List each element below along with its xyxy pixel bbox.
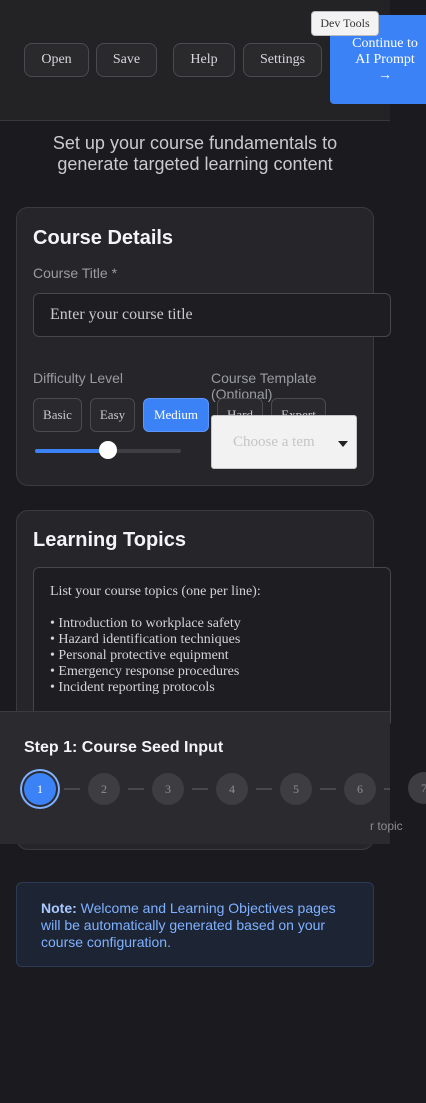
topics-blank-line bbox=[50, 600, 374, 616]
step-connector bbox=[256, 788, 272, 790]
step-connector bbox=[192, 788, 208, 790]
open-button[interactable]: Open bbox=[24, 43, 89, 77]
difficulty-medium-button[interactable]: Medium bbox=[143, 398, 209, 432]
difficulty-easy-button[interactable]: Easy bbox=[90, 398, 135, 432]
course-template-select[interactable]: Choose a tem bbox=[211, 415, 357, 469]
step-4[interactable]: 4 bbox=[216, 773, 248, 805]
course-title-label: Course Title * bbox=[33, 265, 118, 281]
step-7[interactable]: 7 bbox=[408, 772, 426, 804]
step-connector bbox=[320, 788, 336, 790]
info-note: Note: Welcome and Learning Objectives pa… bbox=[16, 882, 374, 967]
learning-topics-textarea[interactable]: List your course topics (one per line): … bbox=[33, 567, 391, 727]
continue-button-label: Continue to AI Prompt → bbox=[352, 35, 418, 83]
step-progress-bar: Step 1: Course Seed Input 1 2 3 4 5 6 bbox=[0, 711, 390, 844]
step-3[interactable]: 3 bbox=[152, 773, 184, 805]
step-5[interactable]: 5 bbox=[280, 773, 312, 805]
step-connector bbox=[64, 788, 80, 790]
difficulty-basic-button[interactable]: Basic bbox=[33, 398, 82, 432]
chevron-down-icon bbox=[338, 441, 348, 447]
dev-tools-button[interactable]: Dev Tools bbox=[311, 11, 379, 36]
topic-line: • Hazard identification techniques bbox=[50, 632, 241, 647]
step-connector bbox=[128, 788, 144, 790]
topic-line: • Incident reporting protocols bbox=[50, 680, 215, 695]
difficulty-slider-fill bbox=[35, 449, 108, 453]
note-label: Note: bbox=[41, 900, 77, 916]
step-1[interactable]: 1 bbox=[24, 773, 56, 805]
difficulty-slider-thumb[interactable] bbox=[99, 441, 117, 459]
topics-intro: List your course topics (one per line): bbox=[50, 584, 261, 599]
note-text: Welcome and Learning Objectives pages wi… bbox=[41, 900, 336, 950]
course-details-title: Course Details bbox=[33, 227, 174, 249]
help-button[interactable]: Help bbox=[173, 43, 235, 77]
settings-button[interactable]: Settings bbox=[243, 43, 322, 77]
clipped-topic-hint: r topic bbox=[370, 819, 403, 833]
learning-topics-title: Learning Topics bbox=[33, 529, 186, 551]
step-connector bbox=[384, 788, 390, 790]
save-button[interactable]: Save bbox=[96, 43, 157, 77]
step-6[interactable]: 6 bbox=[344, 773, 376, 805]
step-title: Step 1: Course Seed Input bbox=[24, 739, 224, 756]
course-title-input[interactable]: Enter your course title bbox=[33, 293, 391, 337]
step-2[interactable]: 2 bbox=[88, 773, 120, 805]
course-template-placeholder: Choose a tem bbox=[233, 433, 315, 450]
topic-line: • Introduction to workplace safety bbox=[50, 616, 241, 631]
difficulty-level-label: Difficulty Level bbox=[33, 370, 124, 386]
topic-line: • Emergency response procedures bbox=[50, 664, 240, 679]
topic-line: • Personal protective equipment bbox=[50, 648, 229, 663]
page-subtitle: Set up your course fundamentals to gener… bbox=[52, 133, 338, 174]
